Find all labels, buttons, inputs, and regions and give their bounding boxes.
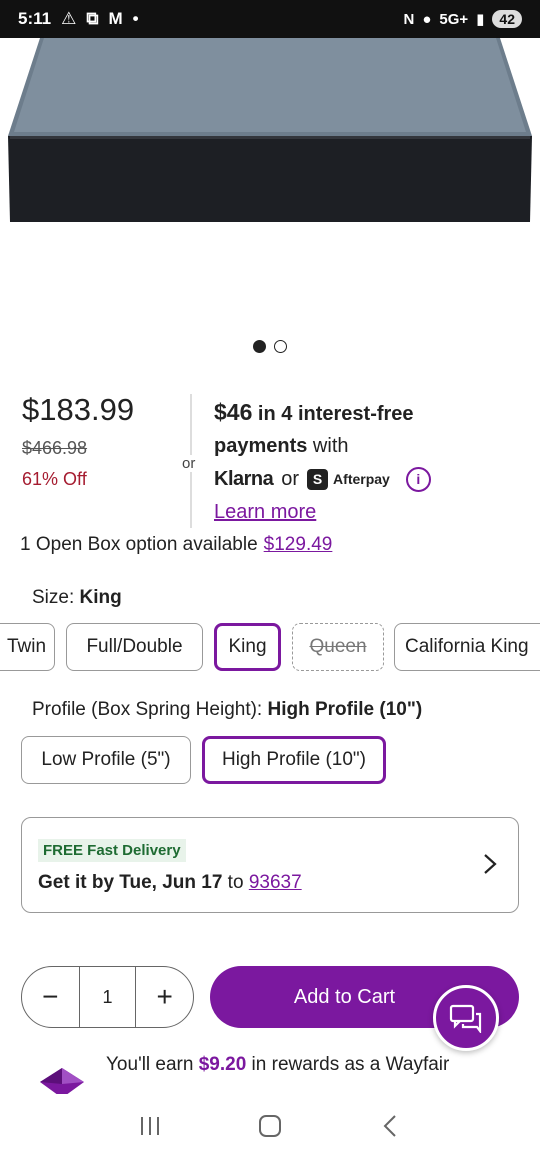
network-label: 5G+: [439, 10, 469, 28]
status-bar: 5:11 ⚠ ⧉ M • N ● 5G+ ▮ 42: [0, 0, 540, 38]
delivery-card[interactable]: FREE Fast Delivery Get it by Tue, Jun 17…: [21, 817, 519, 913]
delivery-date: Get it by Tue, Jun 17: [38, 872, 223, 893]
size-label-text: Size:: [32, 587, 80, 608]
current-price: $183.99: [22, 392, 135, 427]
profile-options: Low Profile (5") High Profile (10"): [0, 736, 540, 786]
financing-info: $46 in 4 interest-free payments with Kla…: [214, 396, 514, 528]
delivery-estimate: Get it by Tue, Jun 17 to 93637: [38, 872, 302, 894]
zip-code-link[interactable]: 93637: [249, 872, 302, 893]
rewards-prefix: You'll earn: [106, 1054, 199, 1075]
location-icon: ●: [422, 10, 432, 28]
rewards-text: You'll earn $9.20 in rewards as a Wayfai…: [106, 1054, 526, 1076]
increase-quantity-button[interactable]: +: [136, 967, 193, 1027]
recent-apps-icon[interactable]: [130, 1111, 170, 1141]
learn-more-link[interactable]: Learn more: [214, 501, 316, 523]
back-icon[interactable]: [370, 1111, 410, 1141]
afterpay-label: Afterpay: [333, 471, 390, 487]
battery-level: 42: [492, 10, 522, 28]
warning-icon: ⚠: [61, 9, 77, 28]
installment-amount: $46: [214, 399, 253, 425]
add-to-cart-label: Add to Cart: [293, 985, 396, 1008]
installment-payments: payments: [214, 435, 308, 457]
status-time: 5:11: [18, 9, 52, 28]
profile-option-high[interactable]: High Profile (10"): [202, 736, 386, 784]
info-icon[interactable]: i: [405, 466, 431, 492]
profile-option-low[interactable]: Low Profile (5"): [21, 736, 191, 784]
afterpay-icon: S: [307, 468, 329, 490]
size-selected: King: [79, 587, 122, 608]
open-box-price-link[interactable]: $129.49: [264, 534, 333, 555]
rewards-suffix: in rewards as a Wayfair: [246, 1054, 450, 1075]
dot-icon: •: [132, 9, 139, 28]
installment-with: with: [307, 435, 349, 457]
signal-icon: ▮: [476, 11, 485, 28]
size-option-california-king[interactable]: California King: [394, 623, 540, 671]
profile-label-text: Profile (Box Spring Height):: [32, 699, 268, 720]
klarna-logo: Klarna: [214, 468, 274, 490]
size-option-full-double[interactable]: Full/Double: [66, 623, 203, 671]
home-icon[interactable]: [250, 1111, 290, 1141]
original-price: $466.98: [22, 438, 88, 458]
gallery-dot-active[interactable]: [253, 340, 266, 353]
gallery-dot[interactable]: [274, 340, 287, 353]
size-label: Size: King: [32, 587, 122, 609]
nfc-icon: N: [403, 10, 415, 28]
or-separator: or: [180, 455, 198, 472]
free-delivery-badge: FREE Fast Delivery: [38, 839, 186, 862]
mail-icon: M: [108, 9, 123, 28]
discount-label: 61% Off: [22, 469, 87, 489]
delivery-to: to: [222, 872, 249, 893]
screenshot-icon: ⧉: [86, 9, 99, 28]
quantity-value[interactable]: 1: [78, 967, 137, 1027]
chat-button[interactable]: [433, 985, 499, 1051]
profile-selected: High Profile (10"): [267, 699, 423, 720]
installment-text: in 4 interest-free: [252, 403, 414, 425]
price-block: $183.99 $466.98 61% Off or $46 in 4 inte…: [22, 392, 518, 530]
decrease-quantity-button[interactable]: −: [22, 967, 79, 1027]
open-box-text: 1 Open Box option available: [20, 534, 258, 555]
size-option-queen[interactable]: Queen: [292, 623, 384, 671]
quantity-stepper: − 1 +: [21, 966, 194, 1028]
or-text-2: or: [281, 468, 300, 490]
chevron-right-icon: [484, 854, 497, 874]
size-option-king[interactable]: King: [214, 623, 281, 671]
product-image[interactable]: [0, 38, 540, 338]
rewards-amount: $9.20: [198, 1054, 247, 1075]
size-options: Twin Full/Double King Queen California K…: [0, 623, 540, 673]
rewards-gem-icon: [40, 1068, 84, 1096]
gallery-dots: [0, 340, 540, 353]
afterpay-logo: S Afterpay: [307, 463, 390, 495]
open-box-info: 1 Open Box option available $129.49: [20, 534, 332, 556]
size-option-twin[interactable]: Twin: [0, 623, 55, 671]
system-nav-bar: [0, 1094, 540, 1158]
profile-label: Profile (Box Spring Height): High Profil…: [32, 699, 422, 721]
chat-icon: [449, 1004, 482, 1033]
